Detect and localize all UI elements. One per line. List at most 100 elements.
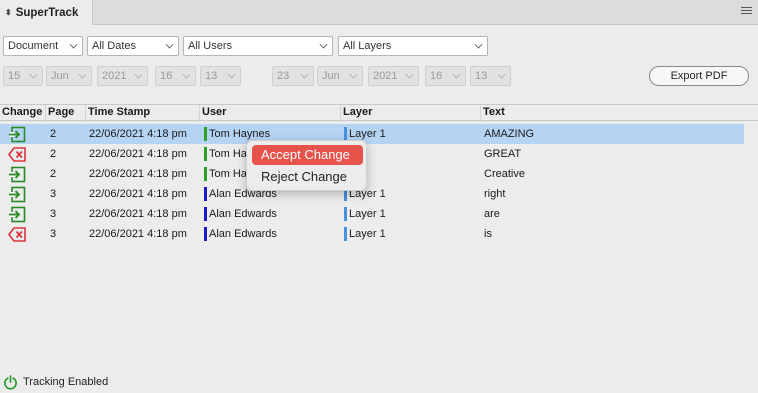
chevron-down-icon — [319, 40, 328, 49]
layer-color-bar — [344, 207, 347, 221]
from-month-value: Jun — [51, 70, 69, 82]
timestamp-cell: 22/06/2021 4:18 pm — [89, 228, 187, 240]
page-cell: 3 — [50, 228, 57, 240]
page-cell: 2 — [50, 168, 57, 180]
table-row[interactable]: 2 22/06/2021 4:18 pm Tom Haynes Layer 1 AMAZ… — [0, 124, 744, 144]
chevron-down-icon — [349, 70, 358, 79]
layer-color-bar — [344, 127, 347, 141]
to-month-select[interactable]: Jun — [317, 66, 363, 86]
to-year-value: 2021 — [373, 70, 398, 82]
from-hour-value: 16 — [160, 70, 173, 82]
layer-color-bar — [344, 227, 347, 241]
from-day-select[interactable]: 15 — [3, 66, 43, 86]
table-row[interactable]: 3 22/06/2021 4:18 pm Alan Edwards Layer 1 is — [0, 224, 744, 244]
document-select-value: Document — [8, 40, 59, 52]
text-cell: are — [484, 208, 500, 220]
user-color-bar — [204, 227, 207, 241]
user-cell: Alan Edwards — [209, 228, 277, 240]
column-header-layer[interactable]: Layer — [341, 105, 481, 122]
panel-menu-icon[interactable] — [741, 7, 752, 16]
panel-tab-supertrack[interactable]: ⬍ SuperTrack — [0, 0, 93, 25]
from-hour-select[interactable]: 16 — [155, 66, 196, 86]
from-year-select[interactable]: 2021 — [97, 66, 148, 86]
from-month-select[interactable]: Jun — [46, 66, 92, 86]
accept-change-icon[interactable] — [8, 186, 26, 203]
table-row[interactable]: 3 22/06/2021 4:18 pm Alan Edwards Layer 1 ri… — [0, 184, 744, 204]
column-header-text[interactable]: Text — [481, 105, 758, 122]
users-select-value: All Users — [188, 40, 233, 52]
text-cell: right — [484, 188, 506, 200]
to-minute-select[interactable]: 13 — [470, 66, 511, 86]
status-bar: Tracking Enabled — [3, 374, 108, 390]
column-header-page[interactable]: Page — [46, 105, 86, 122]
to-hour-value: 16 — [430, 70, 443, 82]
chevron-down-icon — [182, 70, 191, 79]
user-color-bar — [204, 147, 207, 161]
column-header-change[interactable]: Change — [0, 105, 46, 122]
reject-change-icon[interactable] — [8, 146, 26, 163]
to-hour-select[interactable]: 16 — [425, 66, 466, 86]
from-day-value: 15 — [8, 70, 21, 82]
timestamp-cell: 22/06/2021 4:18 pm — [89, 168, 187, 180]
table-row[interactable]: 222/06/2021 4:18 pmTom Har 1GREAT — [0, 144, 744, 164]
chevron-down-icon — [474, 40, 483, 49]
timestamp-cell: 22/06/2021 4:18 pm — [89, 148, 187, 160]
layers-select[interactable]: All Layers — [338, 36, 488, 56]
accept-change-icon[interactable] — [8, 206, 26, 223]
chevron-down-icon — [452, 70, 461, 79]
layer-cell: Layer 1 — [349, 228, 386, 240]
page-cell: 3 — [50, 188, 57, 200]
user-color-bar — [204, 167, 207, 181]
user-color-bar — [204, 187, 207, 201]
from-minute-select[interactable]: 13 — [200, 66, 241, 86]
chevron-down-icon — [300, 70, 309, 79]
layer-cell: Layer 1 — [349, 208, 386, 220]
dates-select[interactable]: All Dates — [87, 36, 179, 56]
to-day-select[interactable]: 23 — [272, 66, 314, 86]
collapse-arrows-icon[interactable]: ⬍ — [5, 8, 12, 17]
power-icon[interactable] — [3, 374, 18, 390]
timestamp-cell: 22/06/2021 4:18 pm — [89, 208, 187, 220]
chevron-down-icon — [134, 70, 143, 79]
reject-change-icon[interactable] — [8, 226, 26, 243]
chevron-down-icon — [29, 70, 38, 79]
tracking-status-text: Tracking Enabled — [23, 376, 109, 388]
chevron-down-icon — [165, 40, 174, 49]
accept-change-icon[interactable] — [8, 126, 26, 143]
page-cell: 3 — [50, 208, 57, 220]
context-menu: Accept Change Reject Change — [246, 140, 367, 191]
column-header-user[interactable]: User — [200, 105, 341, 122]
timestamp-cell: 22/06/2021 4:18 pm — [89, 128, 187, 140]
column-header-timestamp[interactable]: Time Stamp — [86, 105, 200, 122]
text-cell: is — [484, 228, 492, 240]
panel-tab-bar: ⬍ SuperTrack — [0, 0, 758, 25]
table-row[interactable]: 222/06/2021 4:18 pmTom Har 1 Creative — [0, 164, 744, 184]
to-minute-value: 13 — [475, 70, 488, 82]
timestamp-cell: 22/06/2021 4:18 pm — [89, 188, 187, 200]
chevron-down-icon — [78, 70, 87, 79]
from-minute-value: 13 — [205, 70, 218, 82]
to-month-value: Jun — [322, 70, 340, 82]
from-year-value: 2021 — [102, 70, 127, 82]
chevron-down-icon — [497, 70, 506, 79]
table-row[interactable]: 3 22/06/2021 4:18 pm Alan Edwards Layer 1 ar… — [0, 204, 744, 224]
document-select[interactable]: Document — [3, 36, 83, 56]
user-color-bar — [204, 127, 207, 141]
users-select[interactable]: All Users — [183, 36, 333, 56]
page-cell: 2 — [50, 128, 57, 140]
to-day-value: 23 — [277, 70, 290, 82]
user-cell: Tom Ha — [209, 148, 247, 160]
accept-change-menu-item[interactable]: Accept Change — [252, 145, 363, 165]
chevron-down-icon — [227, 70, 236, 79]
panel-title: SuperTrack — [15, 6, 79, 19]
reject-change-menu-item[interactable]: Reject Change — [252, 167, 363, 187]
to-year-select[interactable]: 2021 — [368, 66, 419, 86]
chevron-down-icon — [405, 70, 414, 79]
accept-change-icon[interactable] — [8, 166, 26, 183]
user-cell: Alan Edwards — [209, 208, 277, 220]
text-cell: AMAZING — [484, 128, 535, 140]
user-cell: Tom Ha — [209, 168, 247, 180]
export-pdf-button[interactable]: Export PDF — [649, 66, 749, 86]
text-cell: Creative — [484, 168, 525, 180]
dates-select-value: All Dates — [92, 40, 137, 52]
